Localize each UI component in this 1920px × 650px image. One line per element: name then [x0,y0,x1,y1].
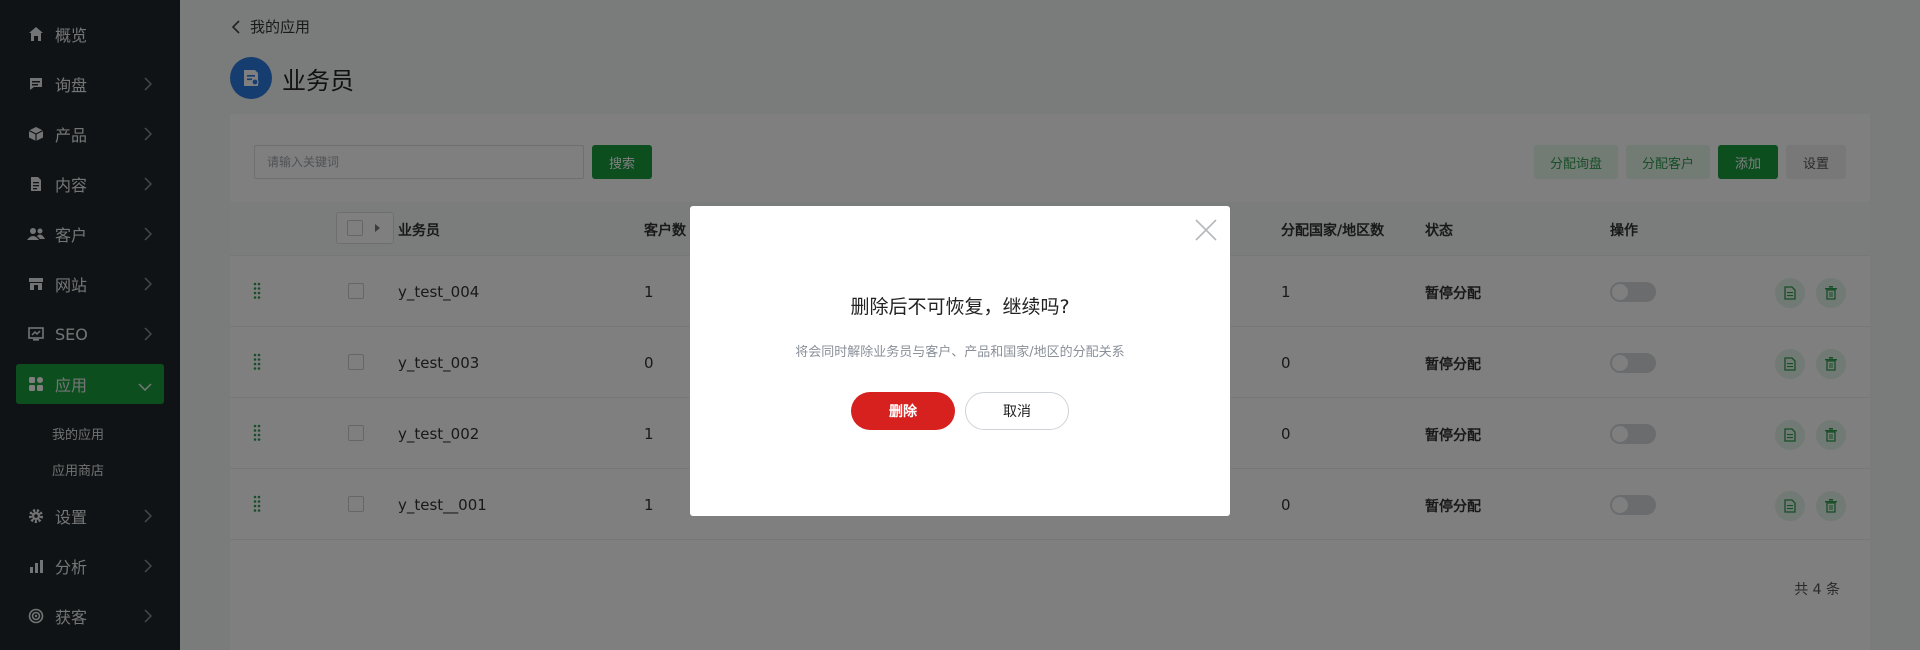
dialog-title: 删除后不可恢复，继续吗? [850,296,1070,318]
delete-button[interactable]: 删除 [851,392,955,430]
dialog-subtitle: 将会同时解除业务员与客户、产品和国家/地区的分配关系 [795,345,1125,360]
delete-confirm-dialog: 删除后不可恢复，继续吗? 将会同时解除业务员与客户、产品和国家/地区的分配关系 … [690,206,1230,516]
cancel-button[interactable]: 取消 [965,392,1069,430]
close-icon[interactable] [1194,218,1218,242]
